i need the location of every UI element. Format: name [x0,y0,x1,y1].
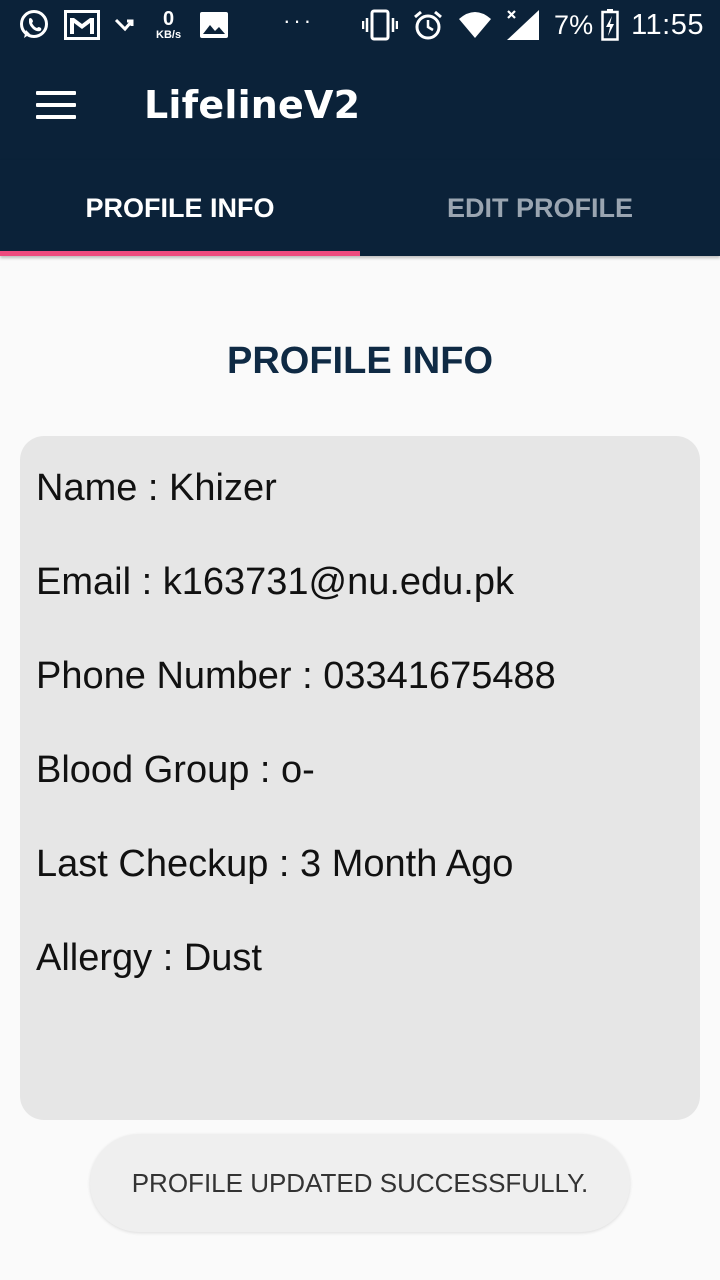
app-bar: LifelineV2 [0,50,720,160]
battery-percent: 7% [554,9,594,40]
profile-email: Email : k163731@nu.edu.pk [36,561,514,603]
toast-message: PROFILE UPDATED SUCCESSFULLY. [90,1134,630,1232]
profile-blood-group: Blood Group : o- [36,749,315,791]
tab-profile-info[interactable]: PROFILE INFO [0,160,360,256]
net-speed-value: 0 [162,8,175,30]
status-bar-left: 0 KB/s ··· [18,8,314,42]
tab-bar: PROFILE INFO EDIT PROFILE [0,160,720,256]
profile-name: Name : Khizer [36,467,277,509]
tab-edit-profile-label: EDIT PROFILE [446,192,633,223]
profile-info-card: Name : Khizer Email : k163731@nu.edu.pk … [20,436,700,1120]
menu-icon-line [36,91,76,95]
wifi-icon [458,11,492,39]
active-tab-indicator [0,251,360,256]
profile-allergy: Allergy : Dust [36,937,262,979]
signal-icon [506,9,540,41]
more-notifications-dots: ··· [283,8,315,33]
battery-charging-icon [601,9,619,41]
profile-phone: Phone Number : 03341675488 [36,655,556,697]
tab-edit-profile[interactable]: EDIT PROFILE [360,160,720,256]
gmail-icon [64,10,100,40]
profile-last-checkup: Last Checkup : 3 Month Ago [36,843,514,885]
status-bar-right: 7% 11:55 [362,9,704,42]
menu-icon-line [36,103,76,107]
clock-time: 11:55 [631,8,704,41]
gallery-icon [199,11,229,39]
page-title: PROFILE INFO [227,340,493,382]
net-speed-indicator: 0 KB/s [156,9,181,41]
alarm-icon [412,9,444,41]
app-title: LifelineV2 [144,83,361,127]
menu-icon-line [36,115,76,119]
status-bar: 0 KB/s ··· 7% 11:55 [0,0,720,50]
tab-profile-info-label: PROFILE INFO [85,192,275,223]
net-speed-unit: KB/s [156,29,182,41]
missed-call-icon [114,15,142,35]
vibrate-icon [362,9,399,41]
menu-icon[interactable] [36,91,76,119]
whatsapp-icon [18,9,50,41]
